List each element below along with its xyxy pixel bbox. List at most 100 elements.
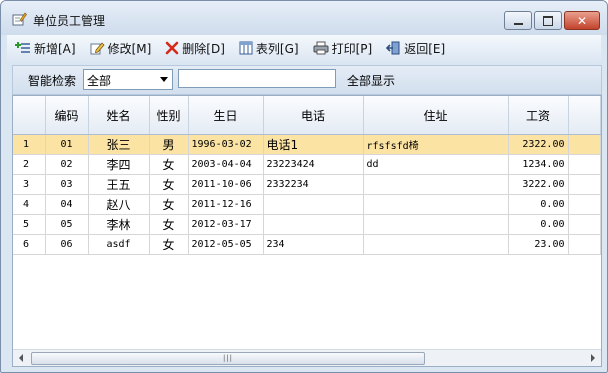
- cell-gender[interactable]: 男: [149, 134, 189, 155]
- cell-address[interactable]: dd: [363, 154, 509, 175]
- cell-phone[interactable]: [263, 194, 364, 215]
- title-bar: 单位员工管理 ✕: [1, 1, 607, 35]
- scroll-left-button[interactable]: [13, 350, 29, 366]
- pencil-icon: [90, 42, 105, 55]
- cell-filler: [568, 234, 601, 255]
- search-field-select[interactable]: 全部: [83, 69, 173, 90]
- table-row[interactable]: 2 02 李四 女 2003-04-04 23223424 dd 1234.00: [13, 154, 601, 175]
- cell-address[interactable]: rfsfsfd椅: [363, 134, 509, 155]
- search-field-value: 全部: [87, 74, 112, 88]
- cell-name[interactable]: asdf: [88, 234, 150, 255]
- column-header-address[interactable]: 住址: [363, 96, 509, 135]
- cell-birthday[interactable]: 2012-05-05: [188, 234, 264, 255]
- cell-filler: [568, 214, 601, 235]
- cell-birthday[interactable]: 2003-04-04: [188, 154, 264, 175]
- cell-salary[interactable]: 0.00: [508, 194, 569, 215]
- edit-window-icon: [12, 12, 27, 26]
- cell-salary[interactable]: 2322.00: [508, 134, 569, 155]
- column-header-salary[interactable]: 工资: [508, 96, 569, 135]
- cell-name[interactable]: 赵八: [88, 194, 150, 215]
- cell-code[interactable]: 05: [45, 214, 89, 235]
- cell-salary[interactable]: 0.00: [508, 214, 569, 235]
- cell-birthday[interactable]: 2012-03-17: [188, 214, 264, 235]
- search-input[interactable]: [178, 69, 336, 88]
- minimize-button[interactable]: [504, 11, 532, 30]
- cell-name[interactable]: 李林: [88, 214, 150, 235]
- scroll-right-button[interactable]: [585, 350, 601, 366]
- horizontal-scrollbar[interactable]: |||: [13, 349, 601, 366]
- cell-address[interactable]: [363, 174, 509, 195]
- column-header-rownum[interactable]: [13, 96, 46, 135]
- cell-salary[interactable]: 23.00: [508, 234, 569, 255]
- cell-code[interactable]: 03: [45, 174, 89, 195]
- employee-grid: 编码 姓名 性别 生日 电话 住址 工资 1 01 张三 男 1996-03-0…: [12, 95, 602, 367]
- cell-name[interactable]: 王五: [88, 174, 150, 195]
- cell-phone[interactable]: 电话1: [263, 134, 364, 155]
- close-icon: ✕: [576, 13, 588, 28]
- cell-gender[interactable]: 女: [149, 194, 189, 215]
- cell-address[interactable]: [363, 194, 509, 215]
- cell-address[interactable]: [363, 214, 509, 235]
- column-header-phone[interactable]: 电话: [263, 96, 364, 135]
- cell-phone[interactable]: 234: [263, 234, 364, 255]
- edit-label: 修改[M]: [107, 41, 152, 56]
- chevron-down-icon: [160, 77, 168, 82]
- cell-birthday[interactable]: 2011-10-06: [188, 174, 264, 195]
- scrollbar-thumb[interactable]: |||: [31, 352, 425, 365]
- column-header-birthday[interactable]: 生日: [188, 96, 264, 135]
- exit-door-icon: [386, 41, 400, 55]
- cell-gender[interactable]: 女: [149, 234, 189, 255]
- back-label: 返回[E]: [404, 41, 446, 56]
- close-button[interactable]: ✕: [564, 11, 600, 30]
- add-button[interactable]: 新增[A]: [7, 37, 82, 59]
- cell-phone[interactable]: [263, 214, 364, 235]
- column-header-name[interactable]: 姓名: [88, 96, 150, 135]
- toolbar: 新增[A] 修改[M] 删除[D] 表列[G] 打印[P] 返回[E]: [7, 35, 601, 61]
- cell-code[interactable]: 01: [45, 134, 89, 155]
- cell-salary[interactable]: 1234.00: [508, 154, 569, 175]
- search-label: 智能检索: [28, 74, 77, 88]
- maximize-button[interactable]: [534, 11, 562, 30]
- cell-birthday[interactable]: 2011-12-16: [188, 194, 264, 215]
- add-list-icon: [15, 42, 30, 53]
- cell-phone[interactable]: 2332234: [263, 174, 364, 195]
- edit-button[interactable]: 修改[M]: [82, 37, 158, 59]
- cell-phone[interactable]: 23223424: [263, 154, 364, 175]
- cell-gender[interactable]: 女: [149, 214, 189, 235]
- cell-name[interactable]: 张三: [88, 134, 150, 155]
- red-x-icon: [165, 41, 179, 55]
- table-row[interactable]: 6 06 asdf 女 2012-05-05 234 23.00: [13, 234, 601, 255]
- cell-birthday[interactable]: 1996-03-02: [188, 134, 264, 155]
- cell-gender[interactable]: 女: [149, 174, 189, 195]
- cell-name[interactable]: 李四: [88, 154, 150, 175]
- cell-code[interactable]: 04: [45, 194, 89, 215]
- columns-icon: [239, 41, 253, 55]
- table-row[interactable]: 3 03 王五 女 2011-10-06 2332234 3222.00: [13, 174, 601, 195]
- cell-code[interactable]: 02: [45, 154, 89, 175]
- cell-address[interactable]: [363, 234, 509, 255]
- cell-gender[interactable]: 女: [149, 154, 189, 175]
- window-title: 单位员工管理: [33, 14, 106, 28]
- print-button[interactable]: 打印[P]: [305, 37, 379, 59]
- delete-button[interactable]: 删除[D]: [157, 37, 231, 59]
- show-all-button[interactable]: 全部显示: [347, 72, 395, 89]
- cell-code[interactable]: 06: [45, 234, 89, 255]
- row-number: 4: [13, 194, 46, 215]
- delete-label: 删除[D]: [182, 41, 225, 56]
- row-number: 6: [13, 234, 46, 255]
- table-row[interactable]: 1 01 张三 男 1996-03-02 电话1 rfsfsfd椅 2322.0…: [13, 134, 601, 155]
- header-row: 编码 姓名 性别 生日 电话 住址 工资: [13, 96, 601, 135]
- table-row[interactable]: 5 05 李林 女 2012-03-17 0.00: [13, 214, 601, 235]
- printer-icon: [313, 41, 329, 55]
- cell-salary[interactable]: 3222.00: [508, 174, 569, 195]
- add-label: 新增[A]: [34, 41, 76, 56]
- column-header-filler: [568, 96, 601, 135]
- cell-filler: [568, 134, 601, 155]
- columns-button[interactable]: 表列[G]: [231, 37, 305, 59]
- table-row[interactable]: 4 04 赵八 女 2011-12-16 0.00: [13, 194, 601, 215]
- column-header-code[interactable]: 编码: [45, 96, 89, 135]
- column-header-gender[interactable]: 性别: [149, 96, 189, 135]
- row-number: 5: [13, 214, 46, 235]
- back-button[interactable]: 返回[E]: [378, 37, 451, 59]
- row-number: 1: [13, 134, 46, 155]
